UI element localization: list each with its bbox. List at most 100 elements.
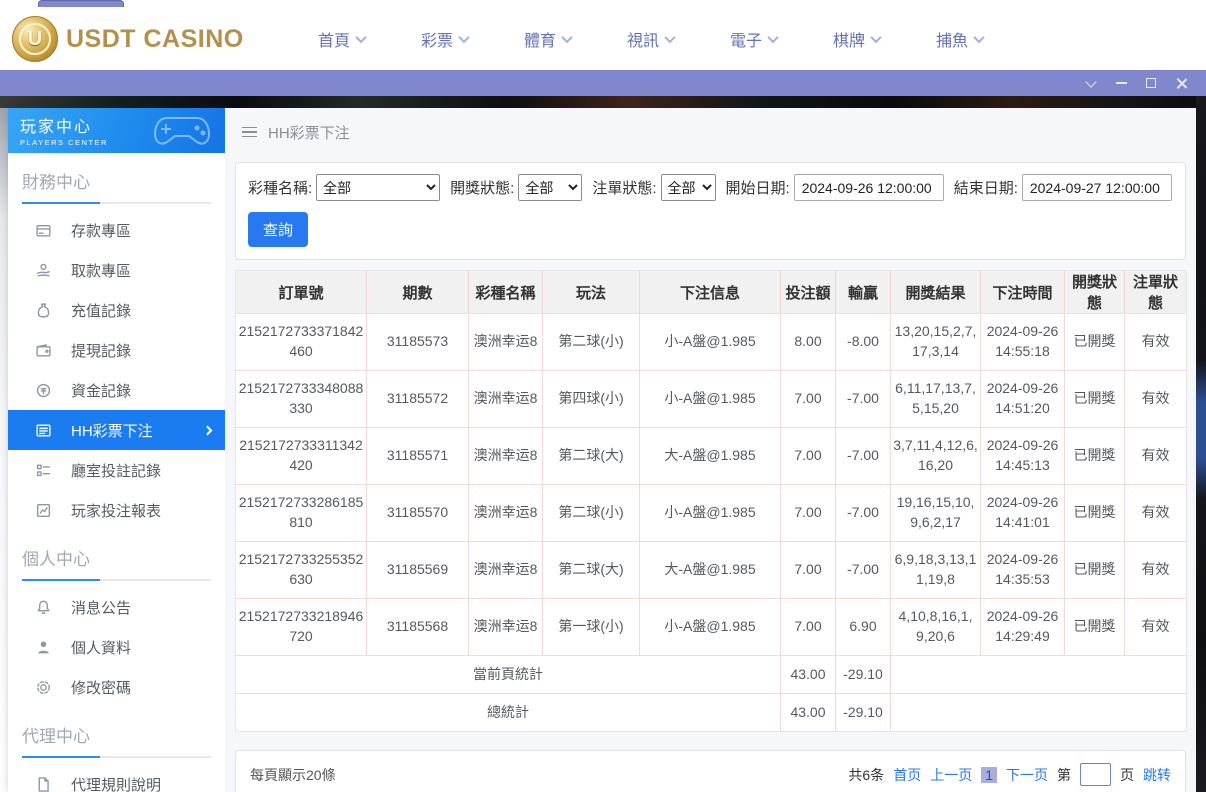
- col-header-0: 訂單號: [235, 270, 367, 314]
- nav-item-1[interactable]: 彩票: [393, 27, 496, 51]
- cell: 已開獎: [1064, 484, 1125, 542]
- draw-status-select[interactable]: 全部: [518, 174, 583, 201]
- players-center-header: 玩家中心 PLAYERS CENTER: [8, 108, 225, 153]
- backdrop-image-top: [0, 96, 1206, 108]
- sidebar-item-2-0[interactable]: 代理規則說明: [8, 764, 225, 792]
- nav-item-3[interactable]: 視訊: [599, 27, 702, 51]
- window-dropdown-icon[interactable]: [1076, 72, 1106, 94]
- nav-item-5[interactable]: 棋牌: [805, 27, 908, 51]
- site-logo[interactable]: U USDT CASINO: [12, 16, 244, 62]
- cell: -8.00: [835, 313, 891, 371]
- lottery-name-label: 彩種名稱:: [248, 180, 313, 197]
- wallet-icon: [35, 342, 52, 359]
- sidebar-item-0-0[interactable]: 存款專區: [8, 210, 225, 250]
- table-row: 2152172733348088330 31185572 澳洲幸运8 第四球(小) 小-…: [235, 370, 1187, 428]
- lottery-name-select[interactable]: 全部: [316, 174, 441, 201]
- prev-page-link[interactable]: 上一页: [930, 765, 972, 785]
- cell: 已開獎: [1064, 313, 1125, 371]
- sidebar-item-label: 資金記錄: [71, 382, 132, 400]
- nav-item-label: 體育: [523, 33, 556, 50]
- cell: 已開獎: [1064, 598, 1125, 656]
- chevron-down-icon: [664, 31, 676, 44]
- cell: 有效: [1124, 484, 1187, 542]
- report-chart-icon: [35, 502, 52, 519]
- nav-item-label: 視訊: [626, 33, 659, 50]
- nav-item-2[interactable]: 體育: [496, 27, 599, 51]
- cell: 有效: [1124, 541, 1187, 599]
- hamburger-menu-icon[interactable]: [242, 126, 257, 138]
- cell: 2024-09-26 14:51:20: [980, 370, 1065, 428]
- cell: 2152172733286185810: [235, 484, 367, 542]
- col-header-6: 輸贏: [835, 270, 891, 314]
- cell: 13,20,15,2,7,17,3,14: [890, 313, 981, 371]
- sidebar-item-0-7[interactable]: 玩家投注報表: [8, 490, 225, 530]
- cell: -7.00: [835, 427, 891, 485]
- cell: 第四球(小): [542, 370, 640, 428]
- page-number-input[interactable]: [1080, 763, 1111, 786]
- col-header-9: 開獎狀態: [1064, 270, 1125, 314]
- order-status-select[interactable]: 全部: [660, 174, 716, 201]
- chevron-down-icon: [355, 31, 367, 44]
- sidebar-item-0-6[interactable]: 廳室投註記錄: [8, 450, 225, 490]
- sidebar-item-0-5[interactable]: HH彩票下注: [8, 410, 225, 450]
- summary-bet-total: 43.00: [780, 655, 836, 694]
- cell: 2152172733218946720: [235, 598, 367, 656]
- window-close-icon[interactable]: [1166, 72, 1196, 94]
- col-header-1: 期數: [366, 270, 469, 314]
- first-page-link[interactable]: 首页: [893, 765, 921, 785]
- sidebar-section-title-0: 財務中心: [22, 173, 90, 192]
- sidebar-item-1-0[interactable]: 消息公告: [8, 587, 225, 627]
- summary-bet-total: 43.00: [780, 693, 836, 732]
- document-icon: [35, 776, 52, 792]
- next-page-link[interactable]: 下一页: [1006, 765, 1048, 785]
- sidebar-item-1-2[interactable]: 修改密碼: [8, 667, 225, 707]
- deposit-card-icon: [35, 222, 52, 239]
- draw-status-label: 開獎狀態:: [450, 180, 515, 197]
- cell: 6,9,18,3,13,11,19,8: [890, 541, 981, 599]
- cell: 2152172733311342420: [235, 427, 367, 485]
- cell: 31185569: [366, 541, 469, 599]
- sidebar-item-label: 修改密碼: [71, 679, 132, 697]
- window-minimize-icon[interactable]: [1106, 72, 1136, 94]
- nav-item-6[interactable]: 捕魚: [908, 27, 1011, 51]
- sidebar-item-0-4[interactable]: 資金記錄: [8, 370, 225, 410]
- sidebar-item-0-2[interactable]: 充值記錄: [8, 290, 225, 330]
- end-date-input[interactable]: [1021, 174, 1172, 201]
- start-date-label: 開始日期:: [725, 180, 790, 197]
- chevron-down-icon: [561, 31, 573, 44]
- jump-link[interactable]: 跳转: [1143, 765, 1171, 785]
- sidebar-item-label: 取款專區: [71, 262, 132, 280]
- cell: 澳洲幸运8: [468, 427, 543, 485]
- chevron-right-icon: [202, 425, 213, 435]
- sidebar-section-title-1: 個人中心: [22, 550, 90, 569]
- search-button[interactable]: 查詢: [248, 212, 309, 247]
- current-page-indicator: 1: [981, 766, 997, 783]
- sidebar-item-0-3[interactable]: 提現記錄: [8, 330, 225, 370]
- start-date-input[interactable]: [793, 174, 944, 201]
- page-header: HH彩票下注: [225, 108, 1196, 156]
- cell: 7.00: [780, 370, 836, 428]
- sidebar-item-label: 提現記錄: [71, 342, 132, 360]
- summary-empty: [890, 693, 1187, 732]
- cell: 31185568: [366, 598, 469, 656]
- main-menu: 首頁 彩票 體育 視訊 電子 棋牌 捕魚: [290, 27, 1011, 51]
- nav-item-0[interactable]: 首頁: [290, 27, 393, 51]
- cell: 7.00: [780, 541, 836, 599]
- browser-tab-accent[interactable]: [38, 0, 124, 7]
- cell: 有效: [1124, 598, 1187, 656]
- sidebar-section-title-2: 代理中心: [22, 727, 90, 746]
- col-header-4: 下注信息: [639, 270, 781, 314]
- sidebar-item-1-1[interactable]: 個人資料: [8, 627, 225, 667]
- section-underline: [22, 579, 211, 581]
- summary-win-loss: -29.10: [835, 693, 891, 732]
- table-row: 2152172733311342420 31185571 澳洲幸运8 第二球(大) 大-…: [235, 427, 1187, 485]
- sidebar: 玩家中心 PLAYERS CENTER 財務中心 存款專區 取款專區 充值記錄 …: [8, 108, 225, 792]
- window-maximize-icon[interactable]: [1136, 72, 1166, 94]
- sidebar-item-0-1[interactable]: 取款專區: [8, 250, 225, 290]
- logo-text: USDT CASINO: [66, 24, 244, 53]
- sidebar-item-label: HH彩票下注: [71, 422, 153, 440]
- nav-item-4[interactable]: 電子: [702, 27, 805, 51]
- withdraw-hand-icon: [35, 262, 52, 279]
- scrollbar-strip[interactable]: [1196, 96, 1206, 792]
- cell: 有效: [1124, 313, 1187, 371]
